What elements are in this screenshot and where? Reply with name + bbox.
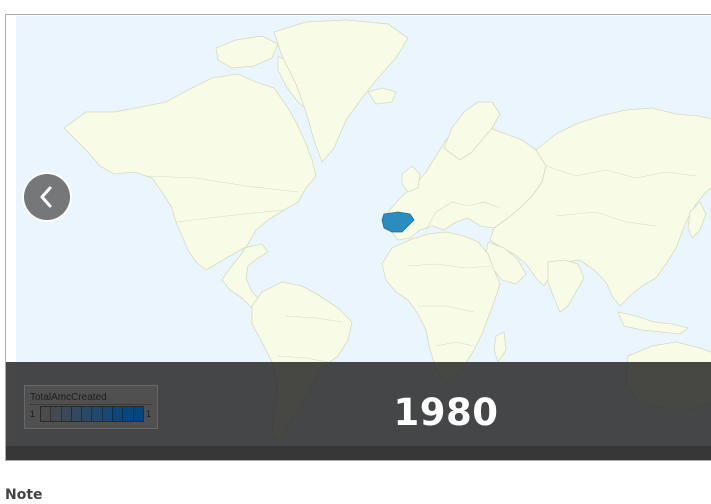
previous-slide-button[interactable] <box>24 174 70 220</box>
legend-min-label: 1 <box>30 409 36 419</box>
legend-swatch <box>61 407 72 421</box>
caption-bottom-strip <box>6 446 711 460</box>
legend-swatch <box>82 407 93 421</box>
legend-color-scale <box>40 406 144 422</box>
legend-swatch <box>133 407 143 421</box>
map-slider: TotalAmcCreated 1 1 1980 <box>5 14 711 461</box>
chevron-left-icon <box>40 186 52 208</box>
legend-title: TotalAmcCreated <box>30 392 107 403</box>
legend-swatch <box>102 407 114 421</box>
slide-caption: 1980 <box>393 391 499 434</box>
legend-divider <box>30 404 152 405</box>
legend-swatch <box>123 407 134 421</box>
map-legend: TotalAmcCreated 1 1 <box>24 385 158 429</box>
legend-swatch <box>92 407 103 421</box>
legend-swatch <box>113 407 124 421</box>
legend-swatch <box>51 407 62 421</box>
note-heading: Note <box>5 487 43 503</box>
legend-swatch <box>71 407 83 421</box>
legend-max-label: 1 <box>146 409 152 419</box>
legend-swatch <box>41 407 52 421</box>
